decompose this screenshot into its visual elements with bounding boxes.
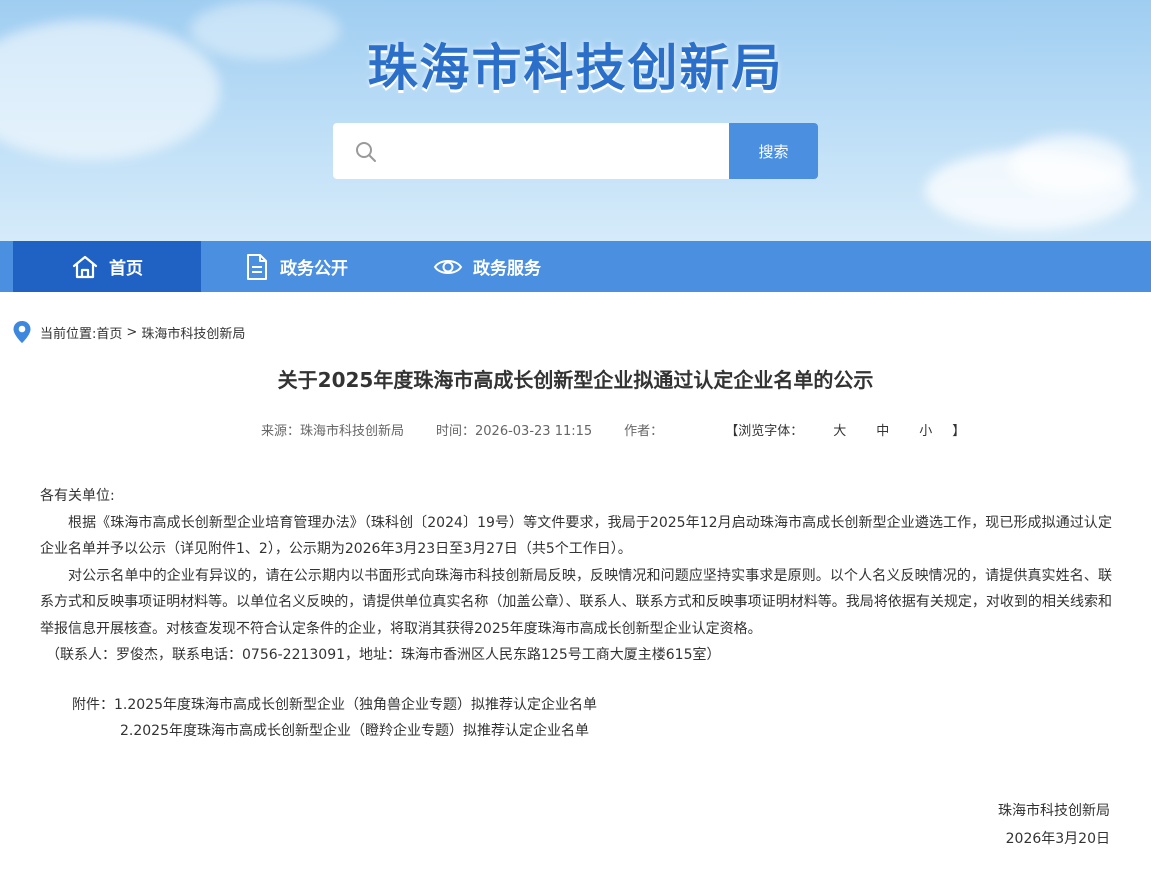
article-contact: （联系人：罗俊杰，联系电话：0756-2213091，地址：珠海市香洲区人民东路…: [46, 647, 721, 663]
search-box: [333, 123, 729, 181]
signature-org: 珠海市科技创新局: [998, 803, 1110, 819]
font-size-bracket-end: 】: [952, 423, 966, 439]
breadcrumb-current-link[interactable]: 珠海市科技创新局: [141, 323, 245, 342]
breadcrumb-prefix: 当前位置:: [40, 326, 97, 342]
article-greeting: 各有关单位:: [40, 488, 115, 504]
header-banner: 珠海市科技创新局 搜索: [0, 0, 1151, 241]
article-meta: 来源：珠海市科技创新局 时间：2026-03-23 11:15 作者： 【浏览字…: [261, 419, 965, 439]
document-icon: [247, 253, 267, 280]
site-title: 珠海市科技创新局: [367, 39, 784, 97]
main-nav: 首页 政务公开 政务服务: [0, 241, 1151, 292]
font-size-small-button[interactable]: 小: [919, 420, 932, 439]
meta-time: 时间：2026-03-23 11:15: [436, 423, 593, 439]
article-body: 各有关单位: 根据《珠海市高成长创新型企业培育管理办法》（珠科创〔2024〕19…: [40, 483, 1112, 669]
nav-item-home[interactable]: 首页: [13, 241, 201, 292]
meta-author: 作者：: [624, 423, 664, 439]
article-paragraph: 根据《珠海市高成长创新型企业培育管理办法》（珠科创〔2024〕19号）等文件要求…: [40, 514, 1112, 558]
nav-label: 政务服务: [473, 259, 541, 279]
nav-label: 首页: [109, 259, 143, 279]
search-input[interactable]: [389, 123, 723, 181]
search-icon: [356, 142, 376, 162]
article-paragraph: 对公示名单中的企业有异议的，请在公示期内以书面形式向珠海市科技创新局反映，反映情…: [40, 567, 1112, 637]
nav-item-government-affairs[interactable]: 政务公开: [244, 241, 348, 292]
eye-icon: [433, 259, 463, 274]
search-button[interactable]: 搜索: [729, 123, 818, 179]
home-icon: [72, 255, 98, 278]
breadcrumb: 当前位置: 首页 > 珠海市科技创新局: [12, 319, 245, 345]
font-size-label: 【浏览字体：: [725, 423, 804, 439]
attachments-label: 附件：: [72, 697, 114, 713]
font-size-medium-button[interactable]: 中: [876, 420, 889, 439]
breadcrumb-separator: >: [126, 324, 138, 340]
location-pin-icon: [13, 321, 31, 343]
nav-item-government-services[interactable]: 政务服务: [433, 241, 541, 292]
article-title: 关于2025年度珠海市高成长创新型企业拟通过认定企业名单的公示: [277, 368, 874, 392]
signature-date: 2026年3月20日: [1005, 831, 1110, 847]
nav-label: 政务公开: [280, 259, 348, 279]
attachment-link[interactable]: 1.2025年度珠海市高成长创新型企业（独角兽企业专题）拟推荐认定企业名单: [114, 692, 597, 718]
meta-source: 来源：珠海市科技创新局: [261, 423, 405, 439]
signature: 珠海市科技创新局 2026年3月20日: [998, 797, 1110, 853]
cloud-decoration: [1010, 135, 1130, 195]
attachment-link[interactable]: 2.2025年度珠海市高成长创新型企业（瞪羚企业专题）拟推荐认定企业名单: [120, 718, 589, 744]
breadcrumb-home-link[interactable]: 首页: [96, 323, 122, 342]
font-size-large-button[interactable]: 大: [833, 420, 846, 439]
attachments: 附件： 1.2025年度珠海市高成长创新型企业（独角兽企业专题）拟推荐认定企业名…: [72, 692, 597, 744]
